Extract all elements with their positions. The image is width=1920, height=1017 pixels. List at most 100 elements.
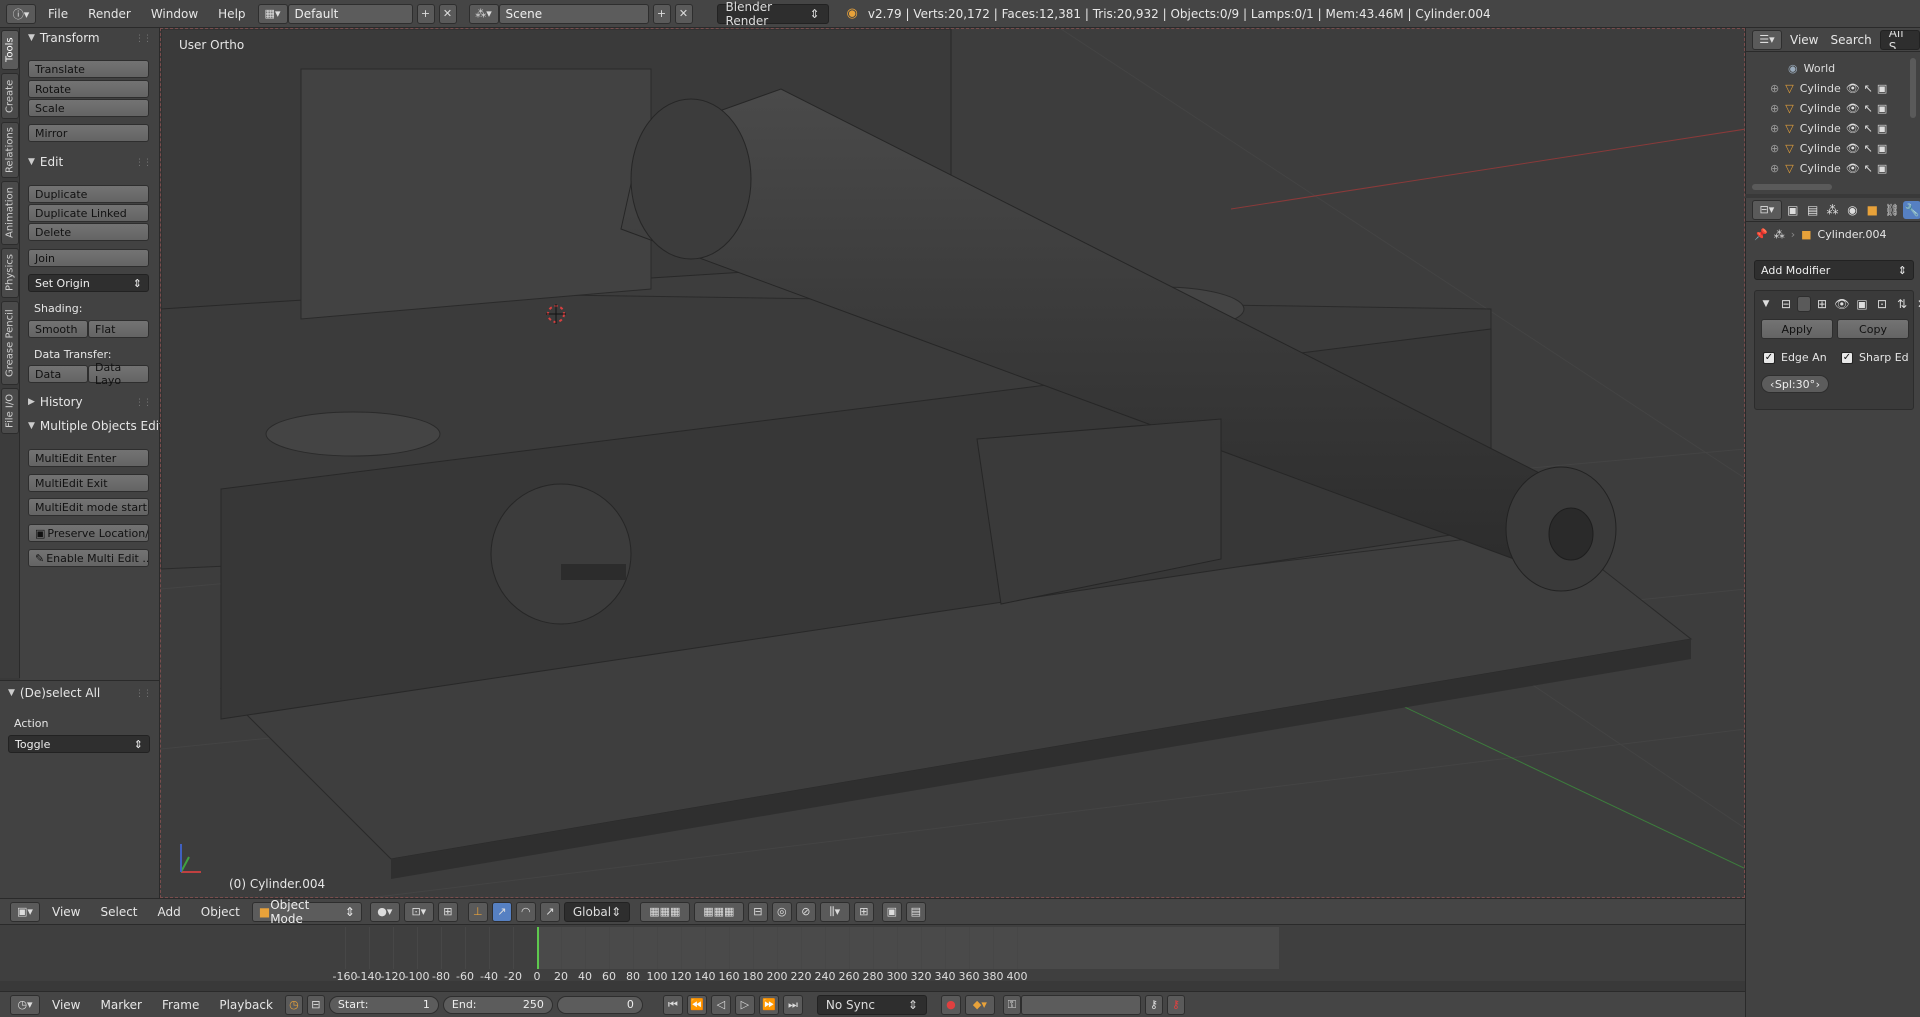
split-angle-field[interactable]: ‹ Spl:30° › [1761, 375, 1829, 393]
cursor-select-icon[interactable]: ↖ [1864, 142, 1873, 155]
render-camera-icon[interactable]: ▣ [1853, 295, 1871, 313]
constraints-tab-icon[interactable]: ⛓ [1883, 201, 1901, 219]
cursor-select-icon[interactable]: ↖ [1864, 102, 1873, 115]
rotate-manipulator[interactable]: ◠ [515, 901, 536, 922]
keying-set-icon-button[interactable]: ⚿ [1002, 994, 1021, 1015]
lock-range-button[interactable]: ⊟ [306, 994, 325, 1015]
eye-icon[interactable]: 👁 [1846, 82, 1860, 95]
add-scene-button[interactable]: + [652, 3, 671, 24]
panel-header-transform[interactable]: ▼ Transform [28, 31, 100, 45]
eye-icon[interactable]: 👁 [1846, 102, 1860, 115]
snap-toggle[interactable]: ⊘ [795, 901, 816, 922]
data-layout-button[interactable]: Data Layo [88, 361, 149, 387]
panel-header-history[interactable]: ▶ History [28, 395, 83, 409]
jump-next-key-button[interactable]: ⏩ [758, 994, 779, 1015]
render-layers-tab-icon[interactable]: ▤ [1804, 201, 1822, 219]
insert-keyframe-button[interactable]: ⚷ [1144, 994, 1163, 1015]
mode-select[interactable]: ■ Object Mode ⇕ [251, 898, 362, 926]
play-reverse-button[interactable]: ◁ [710, 994, 731, 1015]
cursor-select-icon[interactable]: ↖ [1864, 162, 1873, 175]
panel-header-deselect-all[interactable]: ▼ (De)select All [8, 686, 100, 700]
render-tab-icon[interactable]: ▣ [1784, 201, 1802, 219]
eye-icon[interactable]: 👁 [1833, 295, 1851, 313]
eye-icon[interactable]: 👁 [1846, 142, 1860, 155]
drag-grip-icon[interactable]: ⋮⋮ [135, 689, 152, 699]
outliner-row-cylinder[interactable]: ⊕ ▽ Cylinde 👁 ↖ ▣ [1746, 118, 1920, 138]
panel-header-multi-edit[interactable]: ▼ Multiple Objects Edit [28, 419, 160, 433]
keying-mode-button[interactable]: ◆▾ [964, 994, 995, 1015]
snap-target-button[interactable]: ⊞ [853, 901, 874, 922]
sharp-edges-checkbox[interactable]: ✓ Sharp Ed [1841, 351, 1909, 364]
viewport-shading-button[interactable]: ●▾ [369, 901, 400, 922]
tab-relations[interactable]: Relations [1, 122, 19, 178]
cage-icon[interactable]: ⊡ [1873, 295, 1891, 313]
tab-tools[interactable]: Tools [1, 30, 19, 70]
tab-grease-pencil[interactable]: Grease Pencil [1, 301, 19, 385]
multiedit-exit-button[interactable]: MultiEdit Exit [28, 474, 149, 492]
tab-file-io[interactable]: File I/O [1, 388, 19, 434]
play-button[interactable]: ▷ [734, 994, 755, 1015]
eye-icon[interactable]: 👁 [1846, 122, 1860, 135]
viewport-scene[interactable] [161, 29, 1745, 898]
layer-lock-button[interactable]: ⊟ [747, 901, 768, 922]
menu-render[interactable]: Render [80, 0, 139, 28]
move-up-down-icon[interactable]: ⇅ [1893, 295, 1911, 313]
render-camera-icon[interactable]: ▣ [1877, 142, 1887, 155]
join-button[interactable]: Join [28, 249, 149, 267]
menu-help[interactable]: Help [210, 0, 253, 28]
end-frame-field[interactable]: End: 250 [442, 995, 553, 1014]
translate-button[interactable]: Translate [28, 60, 149, 78]
menu-window[interactable]: Window [143, 0, 206, 28]
keying-set-field[interactable] [1020, 994, 1141, 1015]
render-camera-icon[interactable]: ▣ [1877, 82, 1887, 95]
sync-mode-select[interactable]: No Sync ⇕ [816, 994, 927, 1015]
opengl-render-button[interactable]: ▣ [881, 901, 902, 922]
drag-grip-icon[interactable]: ⋮⋮ [135, 158, 152, 168]
scale-manipulator[interactable]: ↗ [539, 901, 560, 922]
duplicate-button[interactable]: Duplicate [28, 185, 149, 203]
outliner-row-cylinder[interactable]: ⊕ ▽ Cylinde 👁 ↖ ▣ [1746, 158, 1920, 178]
translate-manipulator[interactable]: ⊥ [467, 901, 488, 922]
jump-end-button[interactable]: ⏭ [782, 994, 803, 1015]
tab-animation[interactable]: Animation [1, 181, 19, 245]
outliner-row-cylinder[interactable]: ⊕ ▽ Cylinde 👁 ↖ ▣ [1746, 138, 1920, 158]
render-camera-icon[interactable]: ▣ [1877, 122, 1887, 135]
delete-keyframe-button[interactable]: ⚷ [1166, 994, 1185, 1015]
menu-tl-view[interactable]: View [44, 991, 88, 1017]
rotate-button[interactable]: Rotate [28, 80, 149, 98]
preview-range-button[interactable]: ◷ [284, 994, 303, 1015]
3d-viewport[interactable]: User Ortho (0) Cylinder.004 [160, 28, 1745, 898]
render-camera-icon[interactable]: ▣ [1877, 162, 1887, 175]
layout-name-field[interactable]: Default [287, 3, 413, 24]
outliner-menu-search[interactable]: Search [1826, 26, 1875, 54]
editor-type-timeline-button[interactable]: ◷▾ [10, 994, 40, 1015]
multiedit-mode-start-button[interactable]: MultiEdit mode start [28, 498, 149, 516]
scene-name-field[interactable]: Scene [498, 3, 649, 24]
proportional-edit-button[interactable]: ◎ [771, 901, 792, 922]
tab-create[interactable]: Create [1, 73, 19, 119]
editmode-icon[interactable]: ⊞ [1813, 295, 1831, 313]
outliner-hscrollbar[interactable] [1752, 184, 1832, 190]
editor-type-3d-button[interactable]: ▣▾ [10, 901, 40, 922]
menu-object[interactable]: Object [193, 898, 248, 926]
start-frame-field[interactable]: Start: 1 [328, 995, 439, 1014]
outliner-display-select[interactable]: All S [1879, 29, 1920, 50]
scale-button[interactable]: Scale [28, 99, 149, 117]
translate-arrow-toggle[interactable]: ↗ [491, 901, 512, 922]
modifiers-tab-icon[interactable]: 🔧 [1903, 200, 1920, 219]
editor-type-info-button[interactable]: ⓘ▾ [6, 3, 36, 24]
menu-frame[interactable]: Frame [154, 991, 207, 1017]
timeline-area[interactable]: -160 -140 -120 -100 -80 -60 -40 -20 0 20 40 60 80 100… [0, 924, 1745, 983]
editor-type-outliner-button[interactable]: ☰▾ [1752, 29, 1782, 50]
scene-selector-button[interactable]: ⁂▾ [468, 3, 499, 24]
cursor-select-icon[interactable]: ↖ [1864, 122, 1873, 135]
smooth-button[interactable]: Smooth [28, 320, 88, 338]
triangle-down-icon[interactable]: ▼ [1757, 295, 1775, 313]
panel-header-edit[interactable]: ▼ Edit [28, 155, 63, 169]
cursor-select-icon[interactable]: ↖ [1864, 82, 1873, 95]
menu-select[interactable]: Select [92, 898, 145, 926]
snap-element-button[interactable]: ⫼▾ [819, 901, 850, 922]
orientation-select[interactable]: Global ⇕ [563, 901, 630, 922]
world-tab-icon[interactable]: ◉ [1843, 201, 1861, 219]
menu-marker[interactable]: Marker [92, 991, 149, 1017]
